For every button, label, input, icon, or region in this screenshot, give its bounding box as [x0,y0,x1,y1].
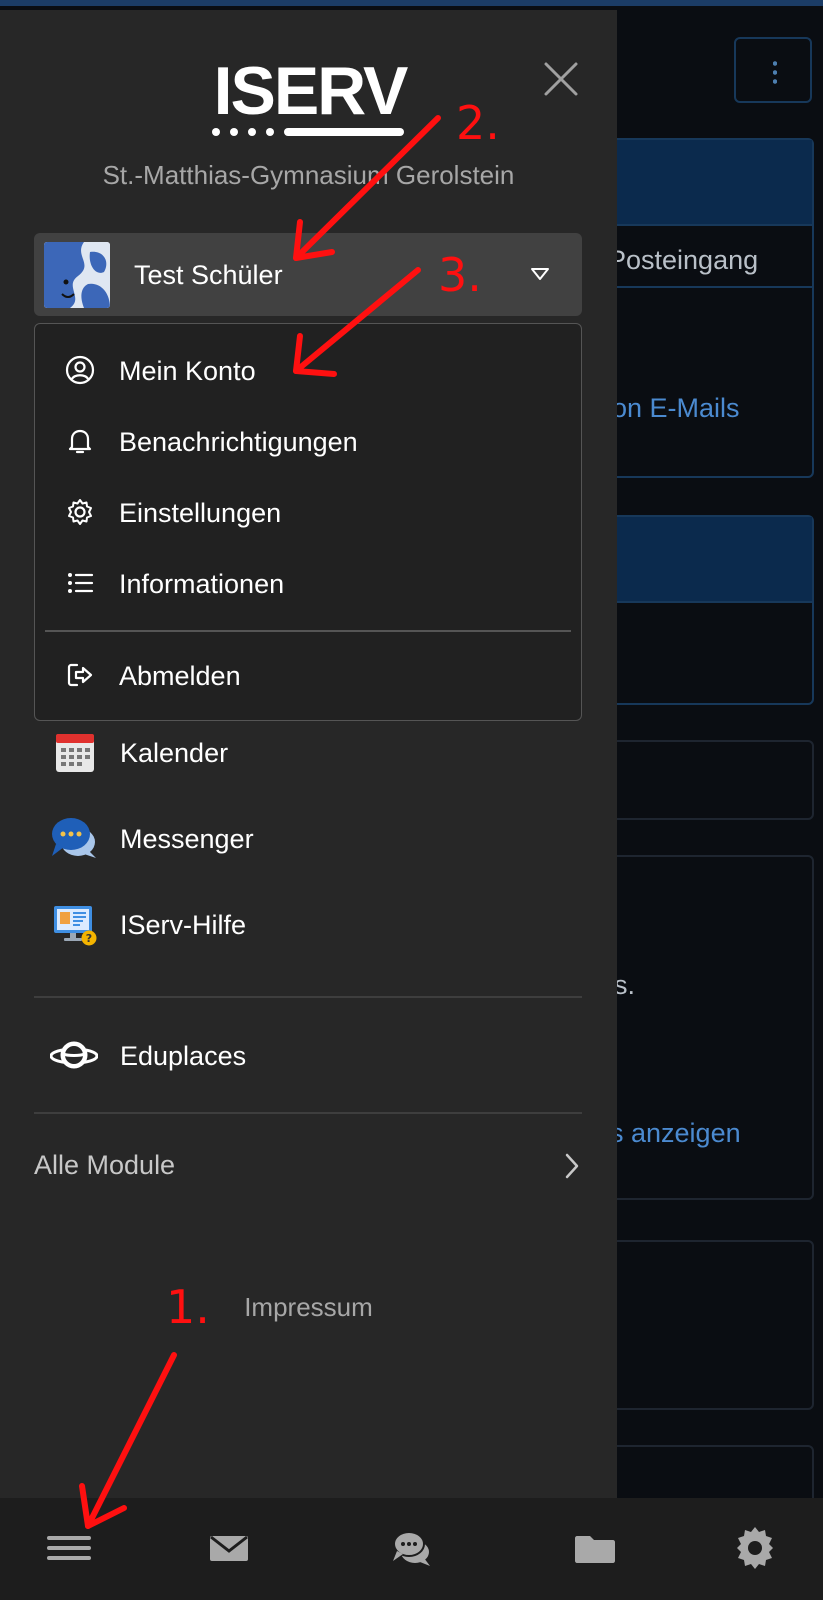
show-all-link[interactable]: s anzeigen [610,1118,812,1149]
divider [34,996,582,998]
bell-icon [68,429,92,454]
user-account-toggle[interactable]: Test Schüler [34,233,582,316]
chevron-right-icon [565,1153,579,1179]
svg-text:?: ? [86,932,92,945]
widget-card-3 [600,740,814,820]
gear-icon [68,499,92,525]
bottom-navigation-bar [0,1498,823,1600]
mail-icon[interactable] [201,1520,257,1576]
divider [45,630,571,632]
module-label: Eduplaces [120,1041,247,1071]
user-dropdown-menu: Mein Konto Benachrichtigungen Einstellun… [34,323,582,721]
module-messenger[interactable]: Messenger [34,800,582,874]
messenger-icon [52,818,96,858]
avatar [44,242,110,308]
calendar-icon [56,734,94,772]
emails-link[interactable]: on E-Mails [612,393,812,424]
list-icon [68,573,94,593]
more-options-button[interactable] [734,37,812,103]
iserv-logo: ISERV [212,62,410,136]
menu-item-label: Einstellungen [119,498,282,528]
menu-item-label: Mein Konto [119,356,256,386]
user-name: Test Schüler [134,260,283,290]
help-icon: ? [54,906,97,946]
top-accent-line [0,0,823,6]
menu-item-label: Abmelden [119,661,241,691]
folder-icon[interactable] [567,1520,623,1576]
widget-card-2 [600,515,814,705]
mail-widget-card [600,138,814,478]
all-modules-label: Alle Module [34,1150,176,1180]
caret-down-icon [531,268,549,280]
kebab-icon [773,59,777,85]
menu-item-abmelden[interactable]: Abmelden [35,639,581,709]
menu-item-mein-konto[interactable]: Mein Konto [35,334,581,404]
user-circle-icon [65,355,95,385]
close-icon[interactable] [540,58,582,100]
logout-icon [67,663,93,687]
module-label: Messenger [120,824,254,854]
widget-text: s. [614,970,636,1000]
mail-widget-header [602,140,812,226]
hamburger-icon[interactable] [41,1520,97,1576]
widget-card-5 [600,1240,814,1410]
menu-item-informationen[interactable]: Informationen [35,547,581,617]
impressum-link[interactable]: Impressum [0,1292,617,1323]
module-label: IServ-Hilfe [120,910,247,940]
all-modules-link[interactable]: Alle Module [34,1140,582,1190]
annotation-step-1: 1. [166,1280,210,1334]
module-kalender[interactable]: Kalender [34,714,582,788]
posteingang-label: Posteingang [608,245,759,275]
svg-text:ISERV: ISERV [214,62,408,129]
annotation-step-3: 3. [438,248,482,302]
annotation-step-2: 2. [456,96,500,150]
navigation-drawer: ISERV St.-Matthias-Gymnasium Gerolstein … [0,10,617,1498]
chat-icon[interactable] [384,1520,440,1576]
school-name: St.-Matthias-Gymnasium Gerolstein [102,160,515,190]
menu-item-benachrichtigungen[interactable]: Benachrichtigungen [35,405,581,475]
module-eduplaces[interactable]: Eduplaces [34,1017,582,1091]
divider [34,1112,582,1114]
gear-icon[interactable] [727,1520,783,1576]
menu-item-label: Informationen [119,569,285,599]
planet-icon [50,1041,98,1069]
module-iserv-hilfe[interactable]: ? IServ-Hilfe [34,886,582,960]
menu-item-label: Benachrichtigungen [119,427,358,457]
module-label: Kalender [120,738,229,768]
widget-card-6 [600,1445,814,1505]
menu-item-einstellungen[interactable]: Einstellungen [35,476,581,546]
